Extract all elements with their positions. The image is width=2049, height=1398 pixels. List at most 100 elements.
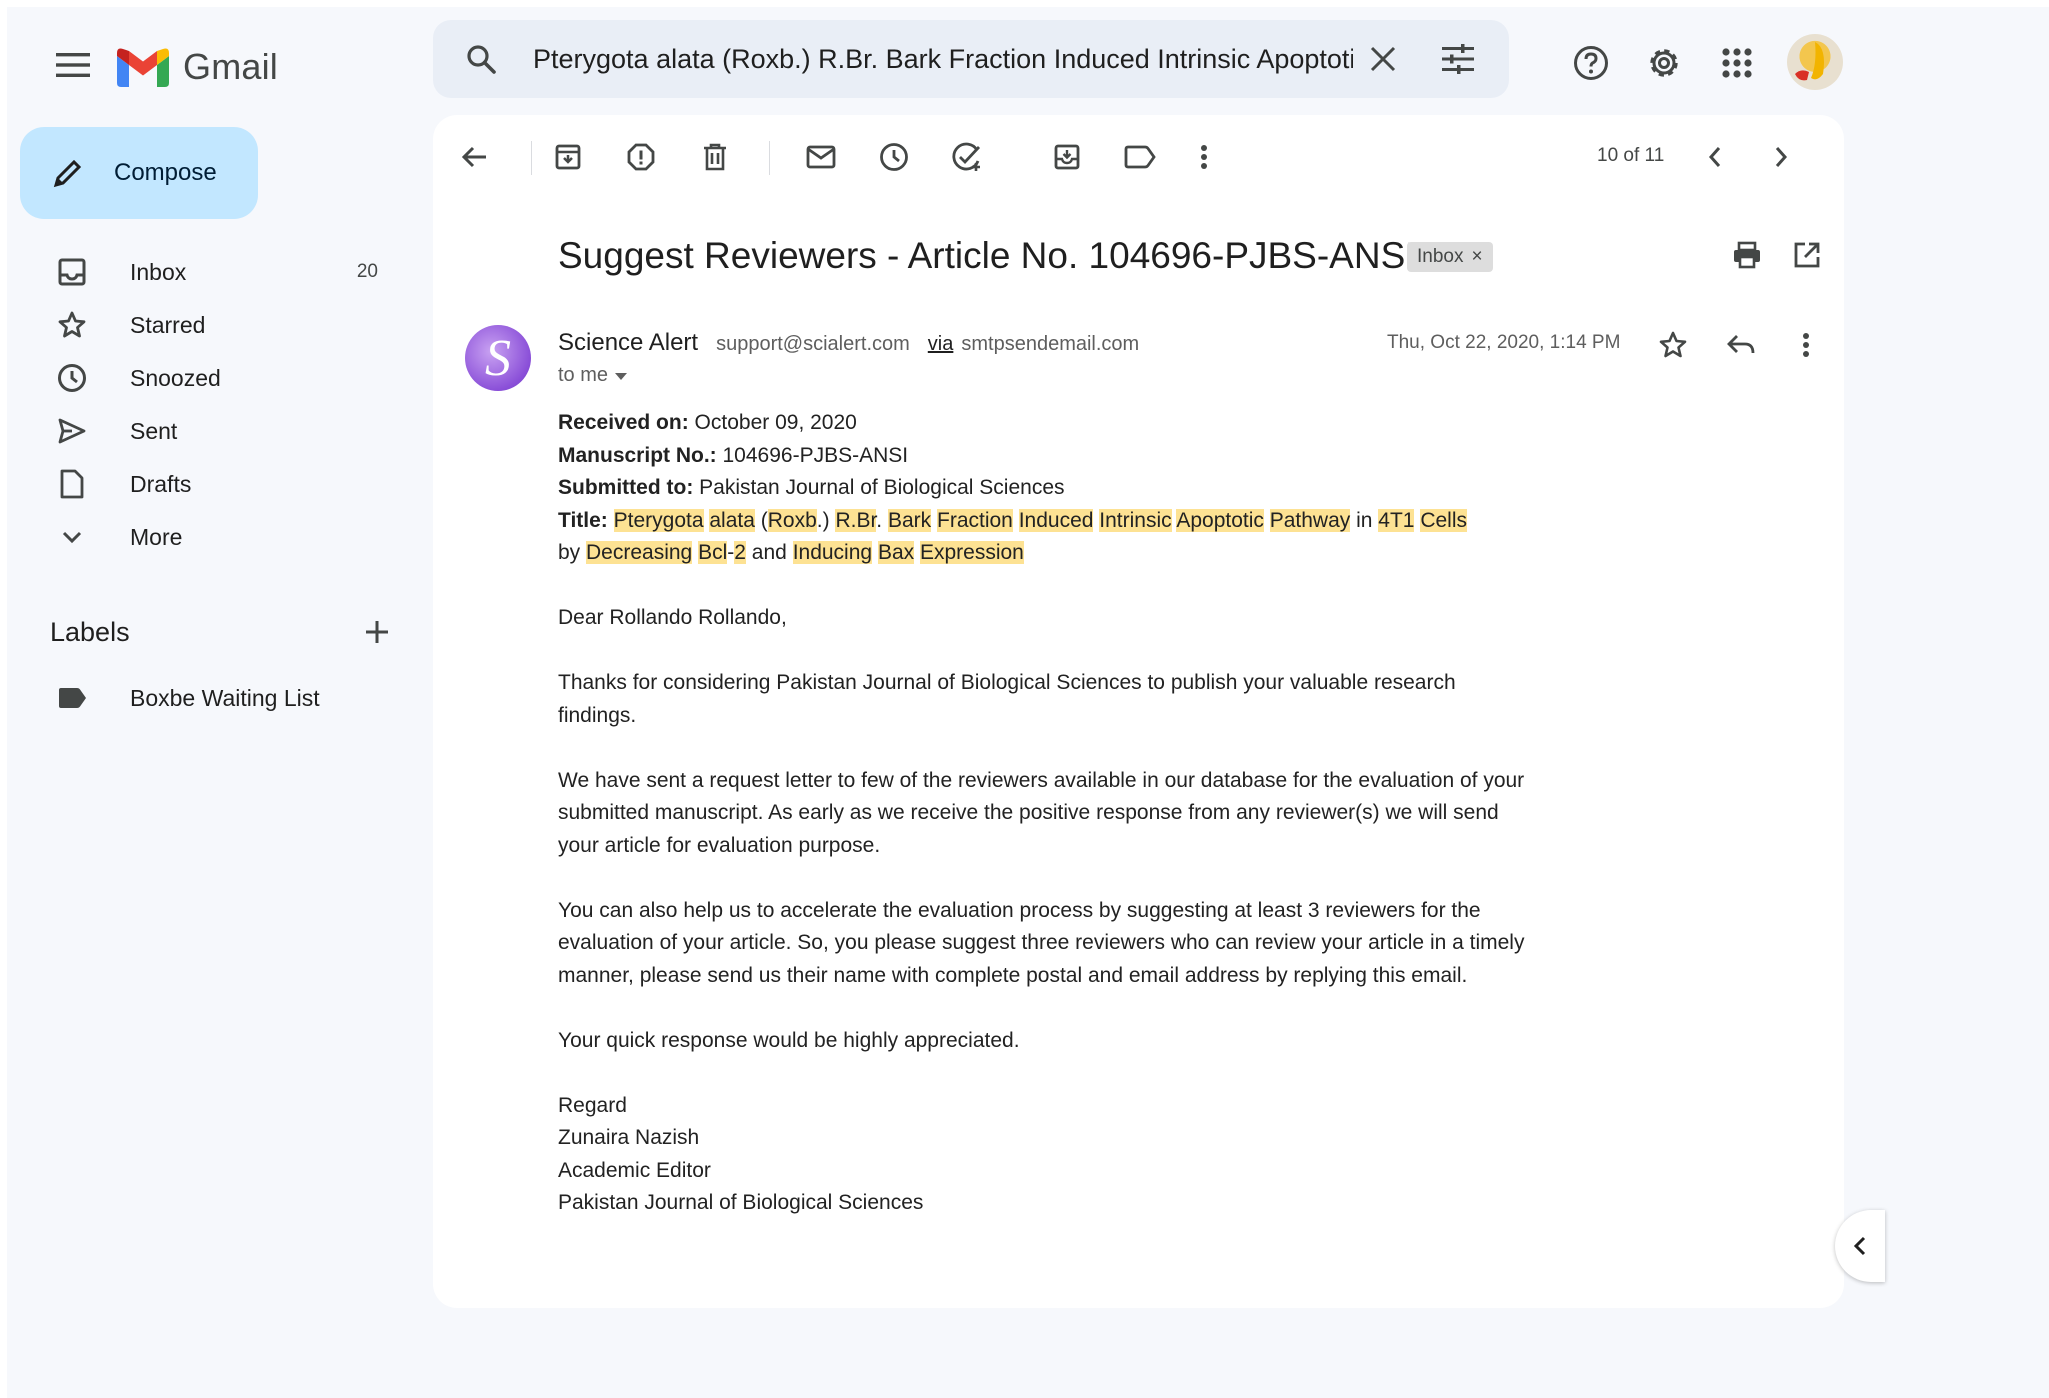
message-more-icon[interactable]: [1786, 325, 1826, 365]
highlighted-term: Bcl: [698, 541, 728, 564]
star-icon[interactable]: [1653, 325, 1693, 365]
highlighted-term: Apoptotic: [1176, 508, 1264, 532]
highlighted-term: Roxb: [767, 508, 817, 532]
search-bar[interactable]: Pterygota alata (Roxb.) R.Br. Bark Fract…: [433, 20, 1509, 98]
pager-text: 10 of 11: [1597, 145, 1665, 166]
search-icon[interactable]: [461, 39, 501, 79]
clear-search-icon[interactable]: [1363, 39, 1403, 79]
star-icon: [54, 307, 90, 343]
snooze-icon[interactable]: [874, 137, 914, 177]
email-body: Received on: October 09, 2020 Manuscript…: [558, 407, 1538, 1220]
body-paragraph: Your quick response would be highly appr…: [558, 1028, 1020, 1052]
next-icon[interactable]: [1761, 137, 1801, 177]
highlighted-term: alata: [709, 508, 755, 532]
highlighted-term: Induced: [1018, 508, 1094, 532]
send-icon: [54, 413, 90, 449]
highlighted-term: Inducing: [792, 541, 873, 564]
settings-icon[interactable]: [1638, 37, 1690, 89]
add-label-icon[interactable]: [359, 614, 395, 650]
draft-icon: [54, 466, 90, 502]
pencil-icon: [53, 159, 82, 188]
sidebar-item-sent[interactable]: Sent: [20, 406, 400, 456]
remove-label-icon[interactable]: ×: [1471, 246, 1482, 268]
back-icon[interactable]: [455, 137, 495, 177]
sidebar-item-more[interactable]: More: [20, 512, 400, 562]
sender-email: support@scialert.com: [716, 333, 910, 355]
help-icon[interactable]: [1565, 37, 1617, 89]
label-icon[interactable]: [1120, 137, 1160, 177]
sidebar-item-label: More: [130, 523, 183, 550]
body-paragraph: Thanks for considering Pakistan Journal …: [558, 671, 1456, 727]
mark-unread-icon[interactable]: [801, 137, 841, 177]
title-text: [608, 509, 614, 532]
sender-line: Science Alert support@scialert.com via s…: [558, 329, 1139, 357]
recipient-text: to me: [558, 364, 609, 386]
highlighted-term: Bax: [877, 541, 915, 564]
highlighted-term: R.Br: [835, 508, 877, 532]
toolbar-divider: [531, 141, 532, 175]
highlighted-term: Decreasing: [586, 541, 693, 564]
gmail-app: Gmail Pterygota alata (Roxb.) R.Br. Bark…: [7, 7, 2049, 1398]
account-avatar[interactable]: [1787, 34, 1843, 90]
title-text: and: [745, 541, 793, 564]
highlighted-term: Bark: [887, 508, 932, 532]
title-line: Title: Pterygota alata (Roxb.) R.Br. Bar…: [558, 508, 1468, 532]
sidebar-item-label: Drafts: [130, 470, 192, 497]
gmail-logo[interactable]: Gmail: [117, 45, 278, 89]
sender-name[interactable]: Science Alert: [558, 329, 698, 357]
title-text: by: [558, 541, 587, 564]
sidebar-label-boxbe-waiting-list[interactable]: Boxbe Waiting List: [20, 673, 400, 723]
search-input[interactable]: Pterygota alata (Roxb.) R.Br. Bark Fract…: [533, 20, 1353, 98]
report-spam-icon[interactable]: [621, 137, 661, 177]
label-chip-text: Inbox: [1417, 246, 1464, 267]
highlighted-term: Intrinsic: [1099, 508, 1172, 532]
highlighted-term: Expression: [919, 541, 1024, 564]
recipient-details[interactable]: to me: [558, 364, 628, 387]
title-text: [1013, 509, 1019, 532]
sidebar-item-inbox[interactable]: Inbox 20: [20, 247, 400, 297]
highlighted-term: 4T1: [1378, 508, 1415, 532]
email-subject: Suggest Reviewers - Article No. 104696-P…: [558, 235, 1416, 276]
highlighted-term: 2: [734, 541, 746, 564]
chevron-down-icon: [54, 519, 90, 555]
search-options-icon[interactable]: [1438, 39, 1478, 79]
move-to-icon[interactable]: [1047, 137, 1087, 177]
open-new-window-icon[interactable]: [1787, 235, 1827, 275]
sender-avatar: S: [465, 325, 531, 391]
highlighted-term: Fraction: [937, 508, 1013, 532]
gmail-m-icon: [117, 48, 169, 87]
sidebar-item-label: Starred: [130, 311, 206, 338]
body-paragraph: We have sent a request letter to few of …: [558, 768, 1525, 857]
prev-icon[interactable]: [1695, 137, 1735, 177]
submitted-line: Submitted to: Pakistan Journal of Biolog…: [558, 476, 1065, 499]
inbox-label-chip[interactable]: Inbox ×: [1407, 242, 1493, 272]
apps-icon[interactable]: [1711, 37, 1763, 89]
archive-icon[interactable]: [548, 137, 588, 177]
add-task-icon[interactable]: [947, 137, 987, 177]
signature-line: Regard: [558, 1093, 627, 1117]
title-line-continued: by Decreasing Bcl-2 and Inducing Bax Exp…: [558, 537, 1538, 570]
highlighted-term: Pterygota: [613, 508, 704, 532]
menu-icon[interactable]: [45, 37, 101, 93]
sidebar-item-starred[interactable]: Starred: [20, 300, 400, 350]
email-date: Thu, Oct 22, 2020, 1:14 PM: [1387, 332, 1621, 353]
via-link[interactable]: via: [928, 333, 954, 356]
sidebar-item-snoozed[interactable]: Snoozed: [20, 353, 400, 403]
compose-button[interactable]: Compose: [20, 127, 258, 219]
sidebar-item-label: Sent: [130, 417, 178, 444]
sidebar-item-drafts[interactable]: Drafts: [20, 459, 400, 509]
print-icon[interactable]: [1727, 235, 1767, 275]
delete-icon[interactable]: [695, 137, 735, 177]
highlighted-term: Cells: [1420, 508, 1468, 532]
sidebar-item-label: Boxbe Waiting List: [130, 684, 320, 711]
highlighted-term: Pathway: [1269, 508, 1351, 532]
reply-icon[interactable]: [1721, 325, 1761, 365]
title-text: .): [816, 508, 836, 532]
signature-line: Pakistan Journal of Biological Sciences: [558, 1191, 924, 1214]
caret-down-icon: [615, 372, 628, 380]
more-icon[interactable]: [1184, 137, 1224, 177]
clock-icon: [54, 360, 90, 396]
title-text: (: [754, 508, 768, 532]
sidebar-item-label: Snoozed: [130, 364, 221, 391]
inbox-icon: [54, 254, 90, 290]
